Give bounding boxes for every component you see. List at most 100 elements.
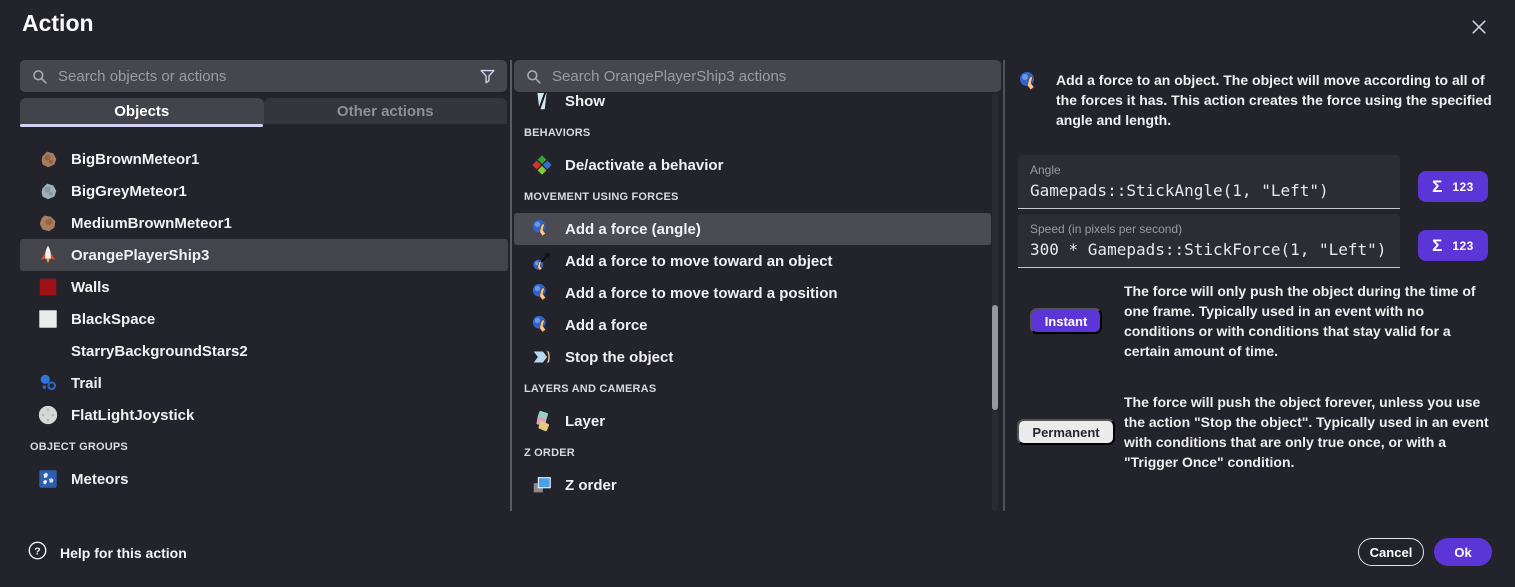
cancel-button[interactable]: Cancel xyxy=(1358,538,1424,566)
item-label: Add a force (angle) xyxy=(565,221,701,238)
item-label: Walls xyxy=(71,279,110,296)
123-icon: 123 xyxy=(1452,239,1474,253)
instant-note-text: The force will only push the object duri… xyxy=(1124,281,1494,361)
ok-button[interactable]: Ok xyxy=(1434,538,1492,566)
item-label: Add a force xyxy=(565,317,648,334)
layer-icon xyxy=(531,410,553,432)
actions-search-box[interactable] xyxy=(514,60,1001,92)
red-square-icon xyxy=(37,276,59,298)
z-order-icon xyxy=(531,474,553,496)
item-label: De/activate a behavior xyxy=(565,157,723,174)
item-label: Layer xyxy=(565,413,605,430)
action-description: Add a force to an object. The object wil… xyxy=(1056,70,1492,130)
angle-field-value[interactable]: Gamepads::StickAngle(1, "Left") xyxy=(1030,181,1388,200)
section-header-object-groups: OBJECT GROUPS xyxy=(20,431,508,463)
close-icon xyxy=(1469,17,1489,40)
list-item-flatlightjoystick[interactable]: FlatLightJoystick xyxy=(20,399,508,431)
section-header-layers-and-cameras: LAYERS AND CAMERAS xyxy=(514,373,991,405)
list-item-z-order[interactable]: Z order xyxy=(514,469,991,501)
speed-field[interactable]: Speed (in pixels per second) 300 * Gamep… xyxy=(1018,214,1400,268)
help-link[interactable]: ? Help for this action xyxy=(27,540,187,566)
list-item-trail[interactable]: Trail xyxy=(20,367,508,399)
instant-note: Instant The force will only push the obj… xyxy=(1018,281,1494,361)
close-button[interactable] xyxy=(1466,15,1492,41)
list-item-add-a-force-to-move-toward-a-position[interactable]: Add a force to move toward a position xyxy=(514,277,991,309)
item-label: Add a force to move toward an object xyxy=(565,253,833,270)
list-item-bigbrownmeteor1[interactable]: BigBrownMeteor1 xyxy=(20,143,508,175)
force-icon xyxy=(531,282,553,304)
actions-list: Show BEHAVIORS De/activate a behavior MOVEM… xyxy=(514,93,991,511)
force-icon xyxy=(1018,70,1042,94)
item-label: Z order xyxy=(565,477,617,494)
list-item-blackspace[interactable]: BlackSpace xyxy=(20,303,508,335)
permanent-note-text: The force will push the object forever, … xyxy=(1124,392,1494,472)
page-title: Action xyxy=(22,10,94,37)
list-item-starrybackgroundstars2[interactable]: StarryBackgroundStars2 xyxy=(20,335,508,367)
list-item-mediumbrownmeteor1[interactable]: MediumBrownMeteor1 xyxy=(20,207,508,239)
object-tabs: Objects Other actions xyxy=(20,98,507,127)
sigma-icon: Σ xyxy=(1432,236,1442,256)
player-ship-icon xyxy=(37,244,59,266)
search-icon xyxy=(524,67,543,86)
list-item-add-a-force[interactable]: Add a force xyxy=(514,309,991,341)
speed-field-value[interactable]: 300 * Gamepads::StickForce(1, "Left") xyxy=(1030,240,1388,259)
joystick-icon xyxy=(37,404,59,426)
item-label: Trail xyxy=(71,375,102,392)
objects-list: BigBrownMeteor1 BigGreyMeteor1 MediumBrown… xyxy=(20,143,508,511)
speed-expression-builder-button[interactable]: Σ 123 xyxy=(1418,230,1488,261)
item-label: Show xyxy=(565,93,605,110)
item-label: MediumBrownMeteor1 xyxy=(71,215,232,232)
angle-field-label: Angle xyxy=(1030,163,1388,177)
item-label: BigBrownMeteor1 xyxy=(71,151,199,168)
object-group-icon xyxy=(37,468,59,490)
tab-other-actions[interactable]: Other actions xyxy=(264,98,508,124)
none-icon xyxy=(37,340,59,362)
svg-text:?: ? xyxy=(34,545,40,557)
list-item-de-activate-a-behavior[interactable]: De/activate a behavior xyxy=(514,149,991,181)
show-icon xyxy=(531,93,553,112)
help-icon: ? xyxy=(27,540,48,566)
permanent-note: Permanent The force will push the object… xyxy=(1018,392,1494,472)
list-item-layer[interactable]: Layer xyxy=(514,405,991,437)
item-label: OrangePlayerShip3 xyxy=(71,247,209,264)
section-header-z-order: Z ORDER xyxy=(514,437,991,469)
item-label: Add a force to move toward a position xyxy=(565,285,838,302)
speed-field-label: Speed (in pixels per second) xyxy=(1030,222,1388,236)
instant-badge[interactable]: Instant xyxy=(1030,308,1103,334)
list-item-add-a-force-angle[interactable]: Add a force (angle) xyxy=(514,213,991,245)
tab-objects[interactable]: Objects xyxy=(20,98,264,124)
permanent-badge[interactable]: Permanent xyxy=(1017,419,1114,445)
123-icon: 123 xyxy=(1452,180,1474,194)
list-item-biggreymeteor1[interactable]: BigGreyMeteor1 xyxy=(20,175,508,207)
item-label: FlatLightJoystick xyxy=(71,407,194,424)
actions-search-input[interactable] xyxy=(552,68,991,85)
list-item-walls[interactable]: Walls xyxy=(20,271,508,303)
white-square-icon xyxy=(37,308,59,330)
list-item-show[interactable]: Show xyxy=(514,93,991,117)
list-item-meteors[interactable]: Meteors xyxy=(20,463,508,495)
filter-icon[interactable] xyxy=(478,67,497,86)
angle-field[interactable]: Angle Gamepads::StickAngle(1, "Left") xyxy=(1018,155,1400,209)
item-label: Stop the object xyxy=(565,349,673,366)
meteor-brown-icon xyxy=(37,148,59,170)
meteor-grey-icon xyxy=(37,180,59,202)
item-label: BigGreyMeteor1 xyxy=(71,183,187,200)
actions-scrollbar-track[interactable] xyxy=(992,93,998,511)
trail-icon xyxy=(37,372,59,394)
search-icon xyxy=(30,67,49,86)
force-toward-object-icon xyxy=(531,250,553,272)
list-item-orangeplayership3[interactable]: OrangePlayerShip3 xyxy=(20,239,508,271)
objects-search-box[interactable] xyxy=(20,60,507,92)
section-header-movement-using-forces: MOVEMENT USING FORCES xyxy=(514,181,991,213)
list-item-add-a-force-to-move-toward-an-object[interactable]: Add a force to move toward an object xyxy=(514,245,991,277)
list-item-stop-the-object[interactable]: Stop the object xyxy=(514,341,991,373)
panel-divider-left xyxy=(510,60,512,511)
meteor-brown-2-icon xyxy=(37,212,59,234)
objects-search-input[interactable] xyxy=(58,68,469,85)
stop-icon xyxy=(531,346,553,368)
item-label: StarryBackgroundStars2 xyxy=(71,343,248,360)
force-icon xyxy=(531,218,553,240)
actions-scrollbar-thumb[interactable] xyxy=(992,305,998,410)
angle-expression-builder-button[interactable]: Σ 123 xyxy=(1418,171,1488,202)
section-header-behaviors: BEHAVIORS xyxy=(514,117,991,149)
